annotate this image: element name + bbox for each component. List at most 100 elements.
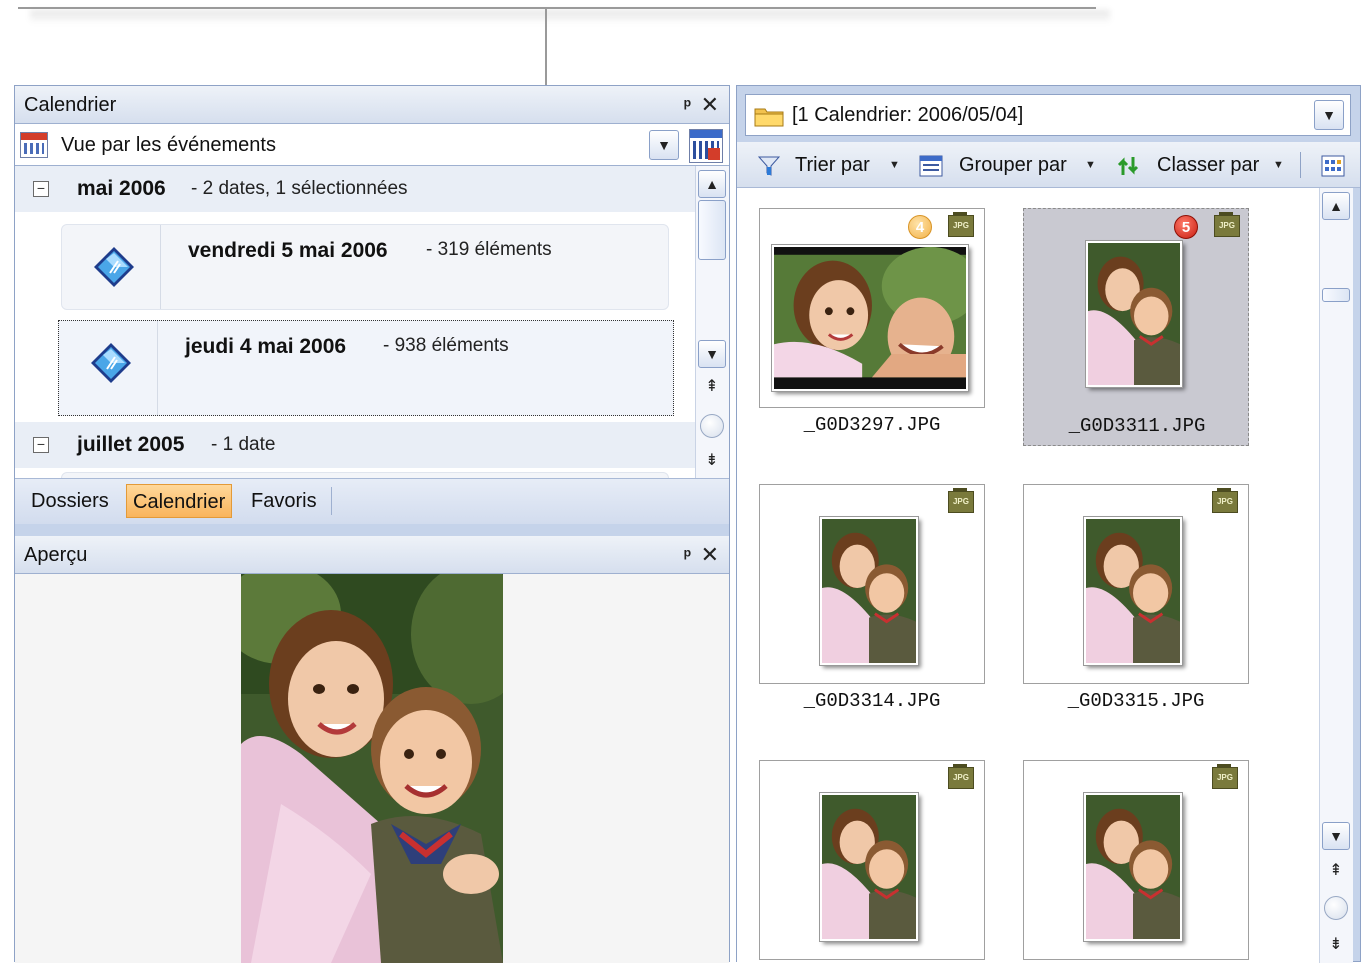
month-row-juillet-2005[interactable]: − juillet 2005 - 1 date (15, 422, 695, 468)
calendar-panel-header: Calendrier ᵖ ✕ (15, 86, 729, 124)
jpg-file-icon: JPG (948, 212, 974, 237)
scroll-thumb[interactable] (698, 200, 726, 260)
tab-dossiers[interactable]: Dossiers (25, 484, 115, 518)
date-title: vendredi 5 mai 2006 (188, 239, 388, 262)
caret-down-icon[interactable]: ▼ (889, 142, 900, 188)
thumbnail-item-selected[interactable]: 5 JPG _G0D3311.JPG (1023, 208, 1249, 446)
close-icon[interactable]: ✕ (701, 86, 719, 124)
calendar-scrollbar[interactable]: ▲ ▼ ⇞ ⇟ (695, 166, 729, 478)
month-info: - 2 dates, 1 sélectionnées (191, 178, 408, 199)
thumbnail-item[interactable]: 4 JPG _G0D3297.JPG (759, 208, 985, 446)
jpg-file-icon: JPG (1214, 212, 1240, 237)
collapse-toggle-icon[interactable]: − (33, 437, 49, 453)
thumbnail-item[interactable]: JPG (1023, 760, 1249, 963)
collapse-toggle-icon[interactable]: − (33, 181, 49, 197)
event-calendar-icon (20, 132, 48, 158)
jpg-file-icon: JPG (1212, 488, 1238, 513)
chevron-down-icon: ▼ (1322, 107, 1336, 123)
thumbnail-item[interactable]: JPG _G0D3315.JPG (1023, 484, 1249, 722)
children-photo-image (221, 564, 531, 963)
calendar-picker-button[interactable] (689, 129, 723, 163)
preview-panel-header: Aperçu ᵖ ✕ (15, 536, 729, 574)
jpg-file-icon: JPG (948, 488, 974, 513)
sort-by-button[interactable]: Trier par (795, 142, 870, 188)
thumbnail-photo (1083, 792, 1183, 942)
right-dock: [1 Calendrier: 2006/05/04] ▼ Trier par ▼… (736, 85, 1361, 963)
month-name: juillet 2005 (77, 433, 185, 456)
thumbnail-frame: 4 JPG (759, 208, 985, 408)
preview-area (15, 564, 729, 963)
scroll-down-button[interactable]: ▼ (698, 340, 726, 368)
folder-icon (754, 108, 784, 127)
browse-object-icon[interactable] (1324, 896, 1348, 920)
pin-icon[interactable]: ᵖ (684, 86, 691, 124)
thumbnail-photo (819, 792, 919, 942)
tab-separator (331, 487, 332, 515)
date-info: - 938 éléments (383, 335, 509, 356)
calendar-list: − mai 2006 - 2 dates, 1 sélectionnées ve… (15, 166, 695, 478)
callout-line-horizontal (18, 7, 1096, 9)
filter-icon (757, 156, 781, 176)
thumbnail-gallery: 4 JPG _G0D3297.JPG 5 JPG _G0D3311.JPG JP… (737, 188, 1319, 963)
thumbnail-photo (819, 516, 919, 666)
path-text: [1 Calendrier: 2006/05/04] (792, 104, 1024, 126)
scroll-down-button[interactable]: ▼ (1322, 822, 1350, 850)
close-icon[interactable]: ✕ (701, 536, 719, 574)
chevron-down-icon: ▼ (657, 137, 671, 153)
month-info: - 1 date (211, 434, 276, 455)
view-select-value[interactable]: Vue par les événements (61, 124, 276, 166)
group-by-button[interactable]: Grouper par (959, 142, 1067, 188)
thumbnail-photo (771, 244, 969, 392)
thumbnail-frame: JPG (1023, 760, 1249, 960)
pin-icon[interactable]: ᵖ (684, 536, 691, 574)
page-down-icon[interactable]: ⇟ (696, 450, 728, 470)
rating-badge: 4 (908, 215, 932, 239)
jpg-file-icon: JPG (1212, 764, 1238, 789)
view-selector-bar: Vue par les événements ▼ (15, 124, 729, 166)
thumbnail-frame: 5 JPG (1024, 209, 1250, 409)
left-dock: Calendrier ᵖ ✕ Vue par les événements ▼ … (14, 85, 730, 963)
scroll-up-button[interactable]: ▲ (698, 170, 726, 198)
path-dropdown-button[interactable]: ▼ (1314, 100, 1344, 130)
date-card-vendredi[interactable]: vendredi 5 mai 2006 - 319 éléments (61, 224, 669, 310)
event-diamond-icon (94, 247, 134, 287)
page-up-icon[interactable]: ⇞ (696, 376, 728, 396)
callout-shadow (30, 10, 1110, 24)
thumbnail-frame: JPG (759, 484, 985, 684)
thumbnail-filename: _G0D3297.JPG (803, 414, 941, 436)
view-mode-icon[interactable] (1321, 155, 1345, 177)
rating-badge: 5 (1174, 215, 1198, 239)
thumbnail-photo (1085, 240, 1183, 388)
caret-down-icon[interactable]: ▼ (1085, 142, 1096, 188)
thumbnail-filename: _G0D3314.JPG (803, 690, 941, 712)
caret-down-icon[interactable]: ▼ (1273, 142, 1284, 188)
thumbnail-frame: JPG (759, 760, 985, 960)
thumbnail-filename: _G0D3311.JPG (1068, 415, 1206, 437)
thumbnail-item[interactable]: JPG (759, 760, 985, 963)
scroll-up-button[interactable]: ▲ (1322, 192, 1350, 220)
view-select-dropdown-button[interactable]: ▼ (649, 130, 679, 160)
scroll-thumb[interactable] (1322, 288, 1350, 302)
calendar-panel-title: Calendrier (24, 94, 117, 116)
date-card-jeudi[interactable]: jeudi 4 mai 2006 - 938 éléments (58, 320, 674, 416)
page-up-icon[interactable]: ⇞ (1320, 860, 1352, 880)
thumbnail-frame: JPG (1023, 484, 1249, 684)
month-name: mai 2006 (77, 177, 166, 200)
browse-object-icon[interactable] (700, 414, 724, 438)
path-bar[interactable]: [1 Calendrier: 2006/05/04] ▼ (745, 94, 1351, 136)
classify-by-button[interactable]: Classer par (1157, 142, 1259, 188)
date-title: jeudi 4 mai 2006 (185, 335, 347, 358)
preview-photo (221, 564, 531, 963)
month-row-mai-2006[interactable]: − mai 2006 - 2 dates, 1 sélectionnées (15, 166, 695, 212)
date-info: - 319 éléments (426, 239, 552, 260)
browser-toolbar: Trier par ▼ Grouper par ▼ Classer par ▼ (737, 142, 1360, 188)
tab-calendrier[interactable]: Calendrier (126, 484, 233, 518)
toolbar-separator (1300, 152, 1301, 178)
gallery-scrollbar[interactable]: ▲ ▼ ⇞ ⇟ (1319, 188, 1353, 963)
jpg-file-icon: JPG (948, 764, 974, 789)
thumbnail-item[interactable]: JPG _G0D3314.JPG (759, 484, 985, 722)
tab-favoris[interactable]: Favoris (245, 484, 323, 518)
event-diamond-icon (91, 343, 131, 383)
sort-arrows-icon (1117, 157, 1139, 175)
page-down-icon[interactable]: ⇟ (1320, 934, 1352, 954)
